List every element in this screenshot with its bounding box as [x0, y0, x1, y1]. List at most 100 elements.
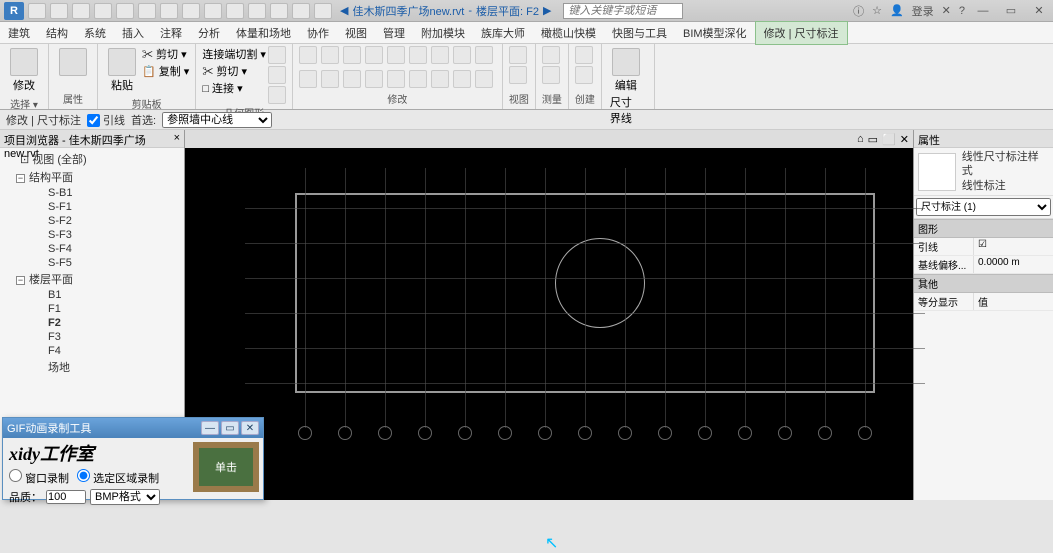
star-icon[interactable]: ☆ [872, 4, 882, 17]
scale-icon[interactable] [299, 70, 317, 88]
trim-icon[interactable] [431, 46, 449, 64]
view-restore-icon[interactable]: ▭ [868, 133, 878, 146]
tab-insert[interactable]: 插入 [114, 22, 152, 44]
geom-icon[interactable] [268, 86, 286, 104]
qat-btn[interactable] [314, 3, 332, 19]
tool-icon[interactable] [387, 70, 405, 88]
align-icon[interactable] [299, 46, 317, 64]
split-icon[interactable] [453, 46, 471, 64]
edit-witness-button[interactable]: 编辑 尺寸界线 [608, 46, 644, 128]
properties-button[interactable] [55, 46, 91, 78]
view-icon[interactable] [509, 66, 527, 84]
qat-btn[interactable] [204, 3, 222, 19]
leader-checkbox[interactable]: 引线 [87, 112, 125, 128]
delete-icon[interactable] [365, 70, 383, 88]
modify-button[interactable]: 修改 [6, 46, 42, 95]
qat-btn[interactable] [50, 3, 68, 19]
nav-left-icon[interactable]: ◀ [340, 4, 348, 17]
measure-icon[interactable] [542, 46, 560, 64]
cut-button[interactable]: ✂ 剪切 ▾ [142, 46, 189, 62]
tool-icon[interactable] [409, 70, 427, 88]
tree-item[interactable]: S-B1 [0, 186, 184, 200]
floor-plan-view[interactable]: ↖ [185, 148, 913, 500]
pin-icon[interactable] [321, 70, 339, 88]
maximize-button[interactable]: ▭ [221, 421, 239, 435]
tree-item[interactable]: F3 [0, 330, 184, 344]
tool-icon[interactable] [475, 70, 493, 88]
qat-btn[interactable] [292, 3, 310, 19]
paste-button[interactable]: 粘贴 [104, 46, 140, 95]
create-icon[interactable] [575, 66, 593, 84]
drawing-canvas[interactable]: ⌂ ▭ ⬜ ✕ [185, 130, 913, 500]
rotate-icon[interactable] [409, 46, 427, 64]
measure-icon[interactable] [542, 66, 560, 84]
tree-item[interactable]: S-F5 [0, 256, 184, 270]
instance-selector[interactable]: 尺寸标注 (1) [916, 198, 1051, 216]
tab-addins[interactable]: 附加模块 [413, 22, 473, 44]
login-button[interactable]: 登录 [912, 3, 934, 19]
array-icon[interactable] [475, 46, 493, 64]
tree-item[interactable]: B1 [0, 288, 184, 302]
tab-analyze[interactable]: 分析 [190, 22, 228, 44]
create-icon[interactable] [575, 46, 593, 64]
qat-btn[interactable] [72, 3, 90, 19]
user-icon[interactable]: 👤 [890, 4, 904, 17]
x-icon[interactable]: ✕ [942, 4, 951, 17]
geom-icon[interactable] [268, 66, 286, 84]
minimize-button[interactable]: — [973, 3, 993, 19]
tree-item[interactable]: F4 [0, 344, 184, 358]
tree-root[interactable]: ⊡ 视图 (全部) [0, 150, 184, 168]
quality-input[interactable] [46, 490, 86, 504]
tab-collaborate[interactable]: 协作 [299, 22, 337, 44]
tab-olive[interactable]: 橄榄山快模 [533, 22, 604, 44]
tree-item[interactable]: S-F4 [0, 242, 184, 256]
tab-manage[interactable]: 管理 [375, 22, 413, 44]
join-geom-button[interactable]: □ 连接 ▾ [202, 80, 266, 96]
qat-btn[interactable] [182, 3, 200, 19]
qat-btn[interactable] [248, 3, 266, 19]
gif-recorder-window[interactable]: GIF动画录制工具 — ▭ ✕ xidy工作室 窗口录制 选定区域录制 品质： … [2, 417, 264, 500]
prop-row[interactable]: 基线偏移...0.0000 m [914, 256, 1053, 274]
tree-item[interactable]: S-F3 [0, 228, 184, 242]
format-select[interactable]: BMP格式 [90, 489, 160, 505]
view-max-icon[interactable]: ⬜ [882, 133, 896, 146]
tab-view[interactable]: 视图 [337, 22, 375, 44]
tree-group-floor[interactable]: −楼层平面 [0, 270, 184, 288]
mirror-icon[interactable] [387, 46, 405, 64]
tab-systems[interactable]: 系统 [76, 22, 114, 44]
search-input[interactable] [563, 3, 683, 19]
copy-button[interactable]: 📋 复制 ▾ [142, 63, 189, 79]
unpin-icon[interactable] [343, 70, 361, 88]
tree-item-active[interactable]: F2 [0, 316, 184, 330]
close-button[interactable]: ✕ [241, 421, 259, 435]
view-icon[interactable] [509, 46, 527, 64]
prop-row[interactable]: 等分显示值 [914, 293, 1053, 311]
tool-icon[interactable] [453, 70, 471, 88]
view-home-icon[interactable]: ⌂ [857, 133, 864, 145]
help-icon[interactable]: ? [959, 5, 965, 17]
qat-btn[interactable] [160, 3, 178, 19]
radio-window[interactable]: 窗口录制 [9, 469, 69, 486]
qat-btn[interactable] [138, 3, 156, 19]
tab-architecture[interactable]: 建筑 [0, 22, 38, 44]
qat-btn[interactable] [270, 3, 288, 19]
cope-button[interactable]: 连接端切割 ▾ [202, 46, 266, 62]
close-button[interactable]: ✕ [1029, 3, 1049, 19]
tree-item[interactable]: F1 [0, 302, 184, 316]
tab-bim-deepen[interactable]: BIM模型深化 [675, 22, 755, 44]
prop-row[interactable]: 引线☑ [914, 238, 1053, 256]
move-icon[interactable] [321, 46, 339, 64]
tab-modify-dimensions[interactable]: 修改 | 尺寸标注 [755, 21, 848, 45]
tool-icon[interactable] [431, 70, 449, 88]
radio-region[interactable]: 选定区域录制 [77, 469, 159, 486]
offset-icon[interactable] [343, 46, 361, 64]
maximize-button[interactable]: ▭ [1001, 3, 1021, 19]
qat-btn[interactable] [94, 3, 112, 19]
qat-btn[interactable] [226, 3, 244, 19]
tree-item[interactable]: 场地 [0, 358, 184, 376]
tree-group-struct[interactable]: −结构平面 [0, 168, 184, 186]
view-close-icon[interactable]: ✕ [900, 133, 909, 146]
tree-item[interactable]: S-F2 [0, 214, 184, 228]
tab-annotate[interactable]: 注释 [152, 22, 190, 44]
pref-select[interactable]: 参照墙中心线 [162, 112, 272, 128]
